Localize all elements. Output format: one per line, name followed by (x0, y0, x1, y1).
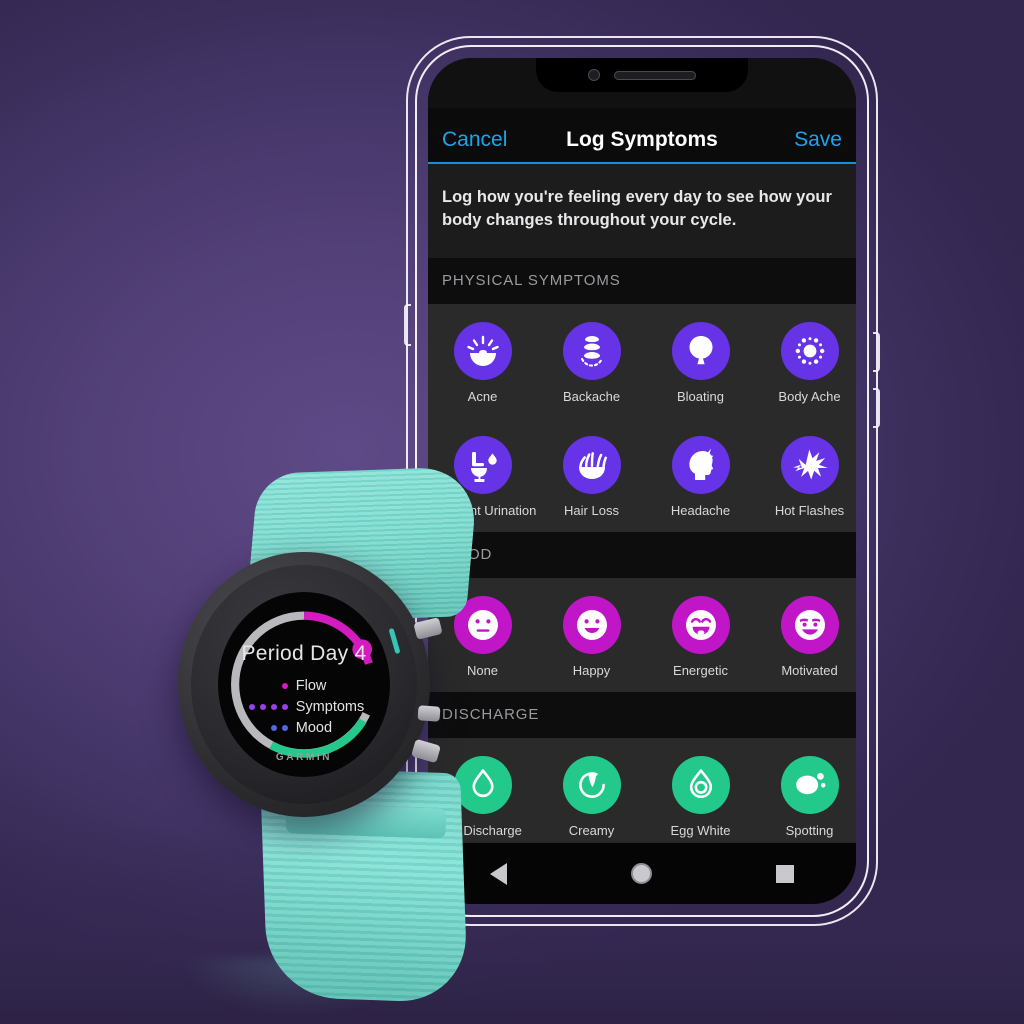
hot-flash-burst-icon[interactable] (780, 435, 839, 494)
symptom-tile[interactable]: Energetic (646, 595, 755, 678)
watch-reflection (178, 958, 418, 1014)
watch-bezel: Period Day 4 Flow Symptoms Mood GARMIN (191, 565, 417, 804)
intro-block: Log how you're feeling every day to see … (428, 164, 856, 258)
symptom-label: Acne (467, 388, 498, 404)
symptom-label: Energetic (673, 662, 728, 678)
watch-legend: Flow Symptoms Mood (244, 677, 365, 736)
symptom-tile[interactable]: Headache (646, 435, 755, 518)
symptom-tile[interactable]: Backache (537, 321, 646, 404)
symptom-label: Creamy (568, 822, 615, 838)
symptom-tile[interactable]: Creamy (537, 755, 646, 838)
watch-legend-row: Mood (244, 719, 365, 736)
watch-button-top[interactable] (413, 617, 443, 640)
camera-dot-icon (588, 69, 600, 81)
symptom-label: Spotting (785, 822, 834, 838)
face-energetic-icon[interactable] (671, 595, 730, 654)
egg-white-icon[interactable] (671, 755, 730, 814)
watch-day-title: Period Day 4 (241, 642, 367, 665)
speaker-slot-icon (614, 70, 696, 80)
phone-power-button[interactable] (873, 332, 880, 372)
watch-legend-dots (244, 724, 296, 731)
symptom-tile[interactable]: Happy (537, 595, 646, 678)
phone-side-button[interactable] (873, 388, 880, 428)
watch-legend-row: Symptoms (244, 698, 365, 715)
spotting-blob-icon[interactable] (780, 755, 839, 814)
bloating-balloon-icon[interactable] (671, 321, 730, 380)
symptom-tile[interactable]: Bloating (646, 321, 755, 404)
watch-legend-dots (244, 682, 296, 689)
section-header: PHYSICAL SYMPTOMS (428, 257, 856, 304)
symptom-label: Body Ache (778, 388, 841, 404)
home-circle-icon[interactable] (631, 863, 652, 884)
face-smile-icon[interactable] (562, 595, 621, 654)
watch-legend-label: Symptoms (295, 698, 365, 715)
symptom-label: Egg White (670, 822, 731, 838)
cancel-button[interactable]: Cancel (442, 128, 507, 152)
intro-text: Log how you're feeling every day to see … (442, 188, 832, 229)
garmin-brand-label: GARMIN (275, 752, 333, 763)
watch-face-content: Period Day 4 Flow Symptoms Mood (218, 642, 390, 736)
symptom-row: Acne Backache Bloating Body Ache (428, 303, 856, 418)
garmin-watch-mockup: Period Day 4 Flow Symptoms Mood GARMIN (168, 466, 518, 1004)
creamy-swirl-icon[interactable] (562, 755, 621, 814)
symptom-tile[interactable]: Body Ache (755, 321, 856, 404)
phone-mute-switch[interactable] (404, 304, 411, 346)
symptom-tile[interactable]: Hair Loss (537, 435, 646, 518)
app-nav-bar: Cancel Log Symptoms Save (428, 108, 856, 164)
symptom-label: Motivated (781, 662, 838, 678)
watch-legend-row: Flow (244, 677, 365, 694)
symptom-tile[interactable]: Hot Flashes (755, 435, 856, 518)
symptom-tile[interactable]: Acne (428, 321, 537, 404)
watch-legend-label: Mood (295, 719, 333, 736)
watch-case: Period Day 4 Flow Symptoms Mood GARMIN (178, 552, 430, 817)
hair-loss-icon[interactable] (562, 435, 621, 494)
watch-button-bottom[interactable] (411, 738, 441, 764)
symptom-label: Hot Flashes (774, 502, 845, 518)
body-ache-radiate-icon[interactable] (780, 321, 839, 380)
save-button[interactable]: Save (794, 128, 842, 152)
watch-screen[interactable]: Period Day 4 Flow Symptoms Mood GARMIN (218, 592, 390, 777)
symptom-tile[interactable]: Egg White (646, 755, 755, 838)
headache-head-icon[interactable] (671, 435, 730, 494)
watch-legend-dots (244, 703, 296, 710)
symptom-label: Backache (562, 388, 621, 404)
watch-button-middle[interactable] (417, 705, 441, 722)
symptom-tile[interactable]: Motivated (755, 595, 856, 678)
symptom-tile[interactable]: Spotting (755, 755, 856, 838)
symptom-label: Headache (670, 502, 731, 518)
backache-spine-icon[interactable] (562, 321, 621, 380)
recents-square-icon[interactable] (776, 864, 794, 883)
symptom-label: Happy (572, 662, 611, 678)
symptom-label: Bloating (677, 388, 724, 404)
acne-icon[interactable] (453, 321, 512, 380)
watch-legend-label: Flow (295, 677, 327, 694)
symptom-label: Hair Loss (564, 502, 619, 518)
face-motivated-icon[interactable] (780, 595, 839, 654)
phone-notch (536, 58, 748, 92)
